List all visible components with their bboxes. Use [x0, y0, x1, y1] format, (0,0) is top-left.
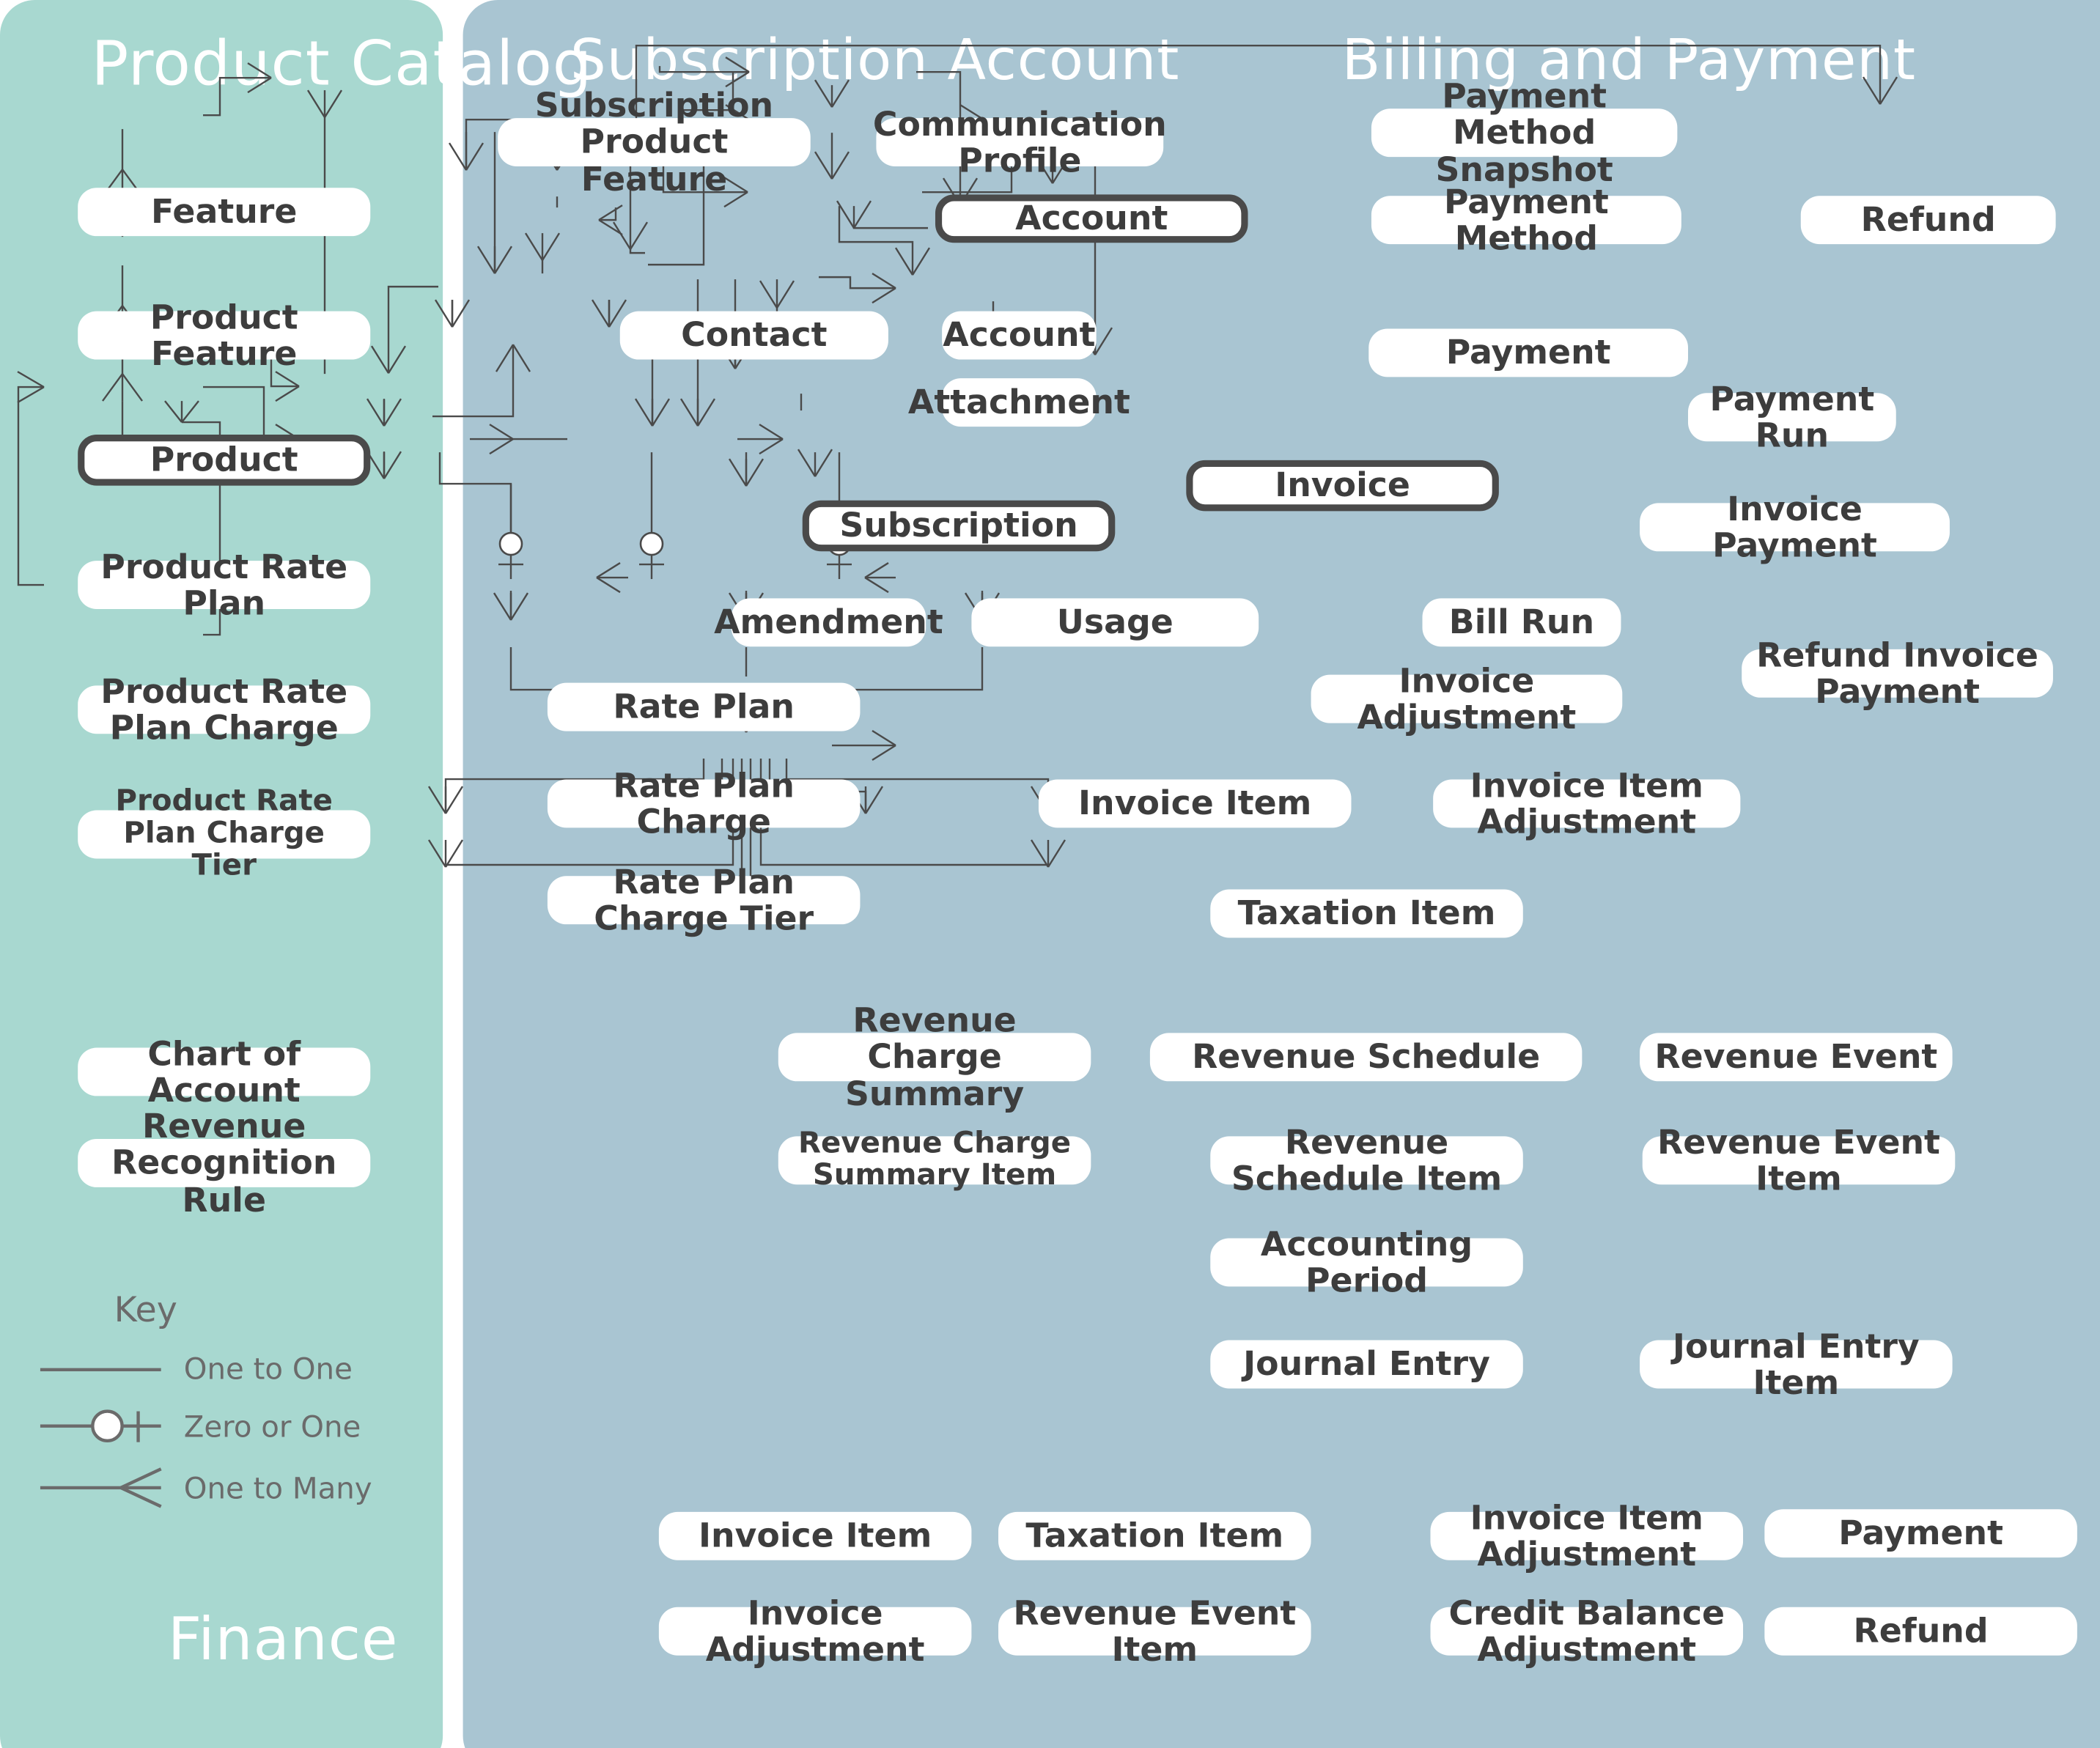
entity-invoice-adjustment[interactable]: Invoice Adjustment	[1311, 662, 1623, 736]
entity-rate-plan-charge-tier[interactable]: Rate Plan Charge Tier	[547, 863, 861, 937]
entity-refund[interactable]: Refund	[1800, 196, 2056, 245]
entity-revenue-schedule-item[interactable]: Revenue Schedule Item	[1210, 1123, 1523, 1197]
legend-label-one-to-one: One to One	[183, 1353, 353, 1387]
entity-fin-invoice-adjustment[interactable]: Invoice Adjustment	[658, 1594, 972, 1668]
entity-revenue-charge-summary-item[interactable]: Revenue Charge Summary Item	[778, 1127, 1091, 1192]
entity-usage[interactable]: Usage	[971, 598, 1259, 647]
entity-fin-payment[interactable]: Payment	[1764, 1509, 2077, 1558]
entity-product-rate-plan-charge-tier[interactable]: Product Rate Plan Charge Tier	[78, 785, 371, 882]
entity-bill-run[interactable]: Bill Run	[1422, 598, 1621, 647]
panel-title-finance: Finance	[167, 1605, 399, 1675]
entity-product-feature[interactable]: Product Feature	[78, 298, 371, 372]
entity-payment-method-snapshot[interactable]: Payment Method Snapshot	[1371, 77, 1678, 188]
zero-or-one-connector-icon	[40, 1409, 161, 1443]
entity-revenue-recognition-rule[interactable]: Revenue Recognition Rule	[78, 1107, 371, 1218]
entity-journal-entry[interactable]: Journal Entry	[1210, 1340, 1523, 1389]
panel-title-account: Account	[947, 26, 1180, 93]
entity-fin-taxation-item[interactable]: Taxation Item	[998, 1511, 1311, 1560]
entity-product-rate-plan[interactable]: Product Rate Plan	[78, 547, 371, 622]
entity-fin-invoice-item[interactable]: Invoice Item	[658, 1511, 972, 1560]
entity-communication-profile[interactable]: Communication Profile	[873, 105, 1167, 179]
entity-rate-plan[interactable]: Rate Plan	[547, 682, 861, 731]
entity-invoice-payment[interactable]: Invoice Payment	[1640, 490, 1950, 564]
entity-amendment[interactable]: Amendment	[714, 598, 943, 647]
legend-label-zero-or-one: Zero or One	[183, 1411, 361, 1445]
entity-fin-invoice-item-adjustment[interactable]: Invoice Item Adjustment	[1430, 1499, 1744, 1573]
entity-payment-method[interactable]: Payment Method	[1371, 182, 1681, 257]
entity-rate-plan-charge[interactable]: Rate Plan Charge	[547, 767, 861, 840]
entity-revenue-event-item[interactable]: Revenue Event Item	[1642, 1123, 1956, 1197]
entity-fin-revenue-event-item[interactable]: Revenue Event Item	[998, 1594, 1311, 1668]
entity-invoice-item-adjustment[interactable]: Invoice Item Adjustment	[1433, 767, 1741, 840]
er-diagram-canvas: Product Catalog Subscription Account Bil…	[0, 0, 2100, 1748]
entity-account-2[interactable]: Account	[942, 311, 1097, 360]
entity-fin-credit-balance-adjustment[interactable]: Credit Balance Adjustment	[1430, 1594, 1744, 1668]
entity-journal-entry-item[interactable]: Journal Entry Item	[1640, 1327, 1953, 1401]
legend-title: Key	[114, 1290, 177, 1331]
entity-attachment[interactable]: Attachment	[908, 378, 1130, 427]
entity-taxation-item[interactable]: Taxation Item	[1210, 889, 1523, 938]
one-to-many-connector-icon	[40, 1467, 162, 1508]
entity-payment[interactable]: Payment	[1368, 328, 1688, 377]
entity-revenue-schedule[interactable]: Revenue Schedule	[1149, 1033, 1583, 1082]
entity-subscription[interactable]: Subscription	[802, 500, 1116, 552]
entity-revenue-charge-summary[interactable]: Revenue Charge Summary	[778, 1001, 1091, 1112]
one-to-one-connector-icon	[40, 1368, 161, 1372]
legend-label-one-to-many: One to Many	[183, 1472, 372, 1507]
panel-title-subscription: Subscription	[570, 26, 929, 93]
entity-product[interactable]: Product	[78, 435, 371, 486]
entity-refund-invoice-payment[interactable]: Refund Invoice Payment	[1742, 636, 2053, 710]
entity-invoice-item[interactable]: Invoice Item	[1038, 779, 1352, 828]
entity-fin-refund[interactable]: Refund	[1764, 1607, 2077, 1656]
entity-chart-of-account[interactable]: Chart of Account	[78, 1035, 371, 1108]
entity-contact[interactable]: Contact	[619, 311, 888, 360]
entity-subscription-product-feature[interactable]: Subscription Product Feature	[498, 86, 811, 197]
entity-product-rate-plan-charge[interactable]: Product Rate Plan Charge	[78, 672, 371, 746]
entity-accounting-period[interactable]: Accounting Period	[1210, 1225, 1523, 1299]
entity-revenue-event[interactable]: Revenue Event	[1640, 1033, 1953, 1082]
entity-invoice[interactable]: Invoice	[1186, 460, 1499, 512]
entity-feature[interactable]: Feature	[78, 188, 371, 237]
entity-payment-run[interactable]: Payment Run	[1687, 380, 1896, 454]
entity-account[interactable]: Account	[935, 194, 1248, 243]
